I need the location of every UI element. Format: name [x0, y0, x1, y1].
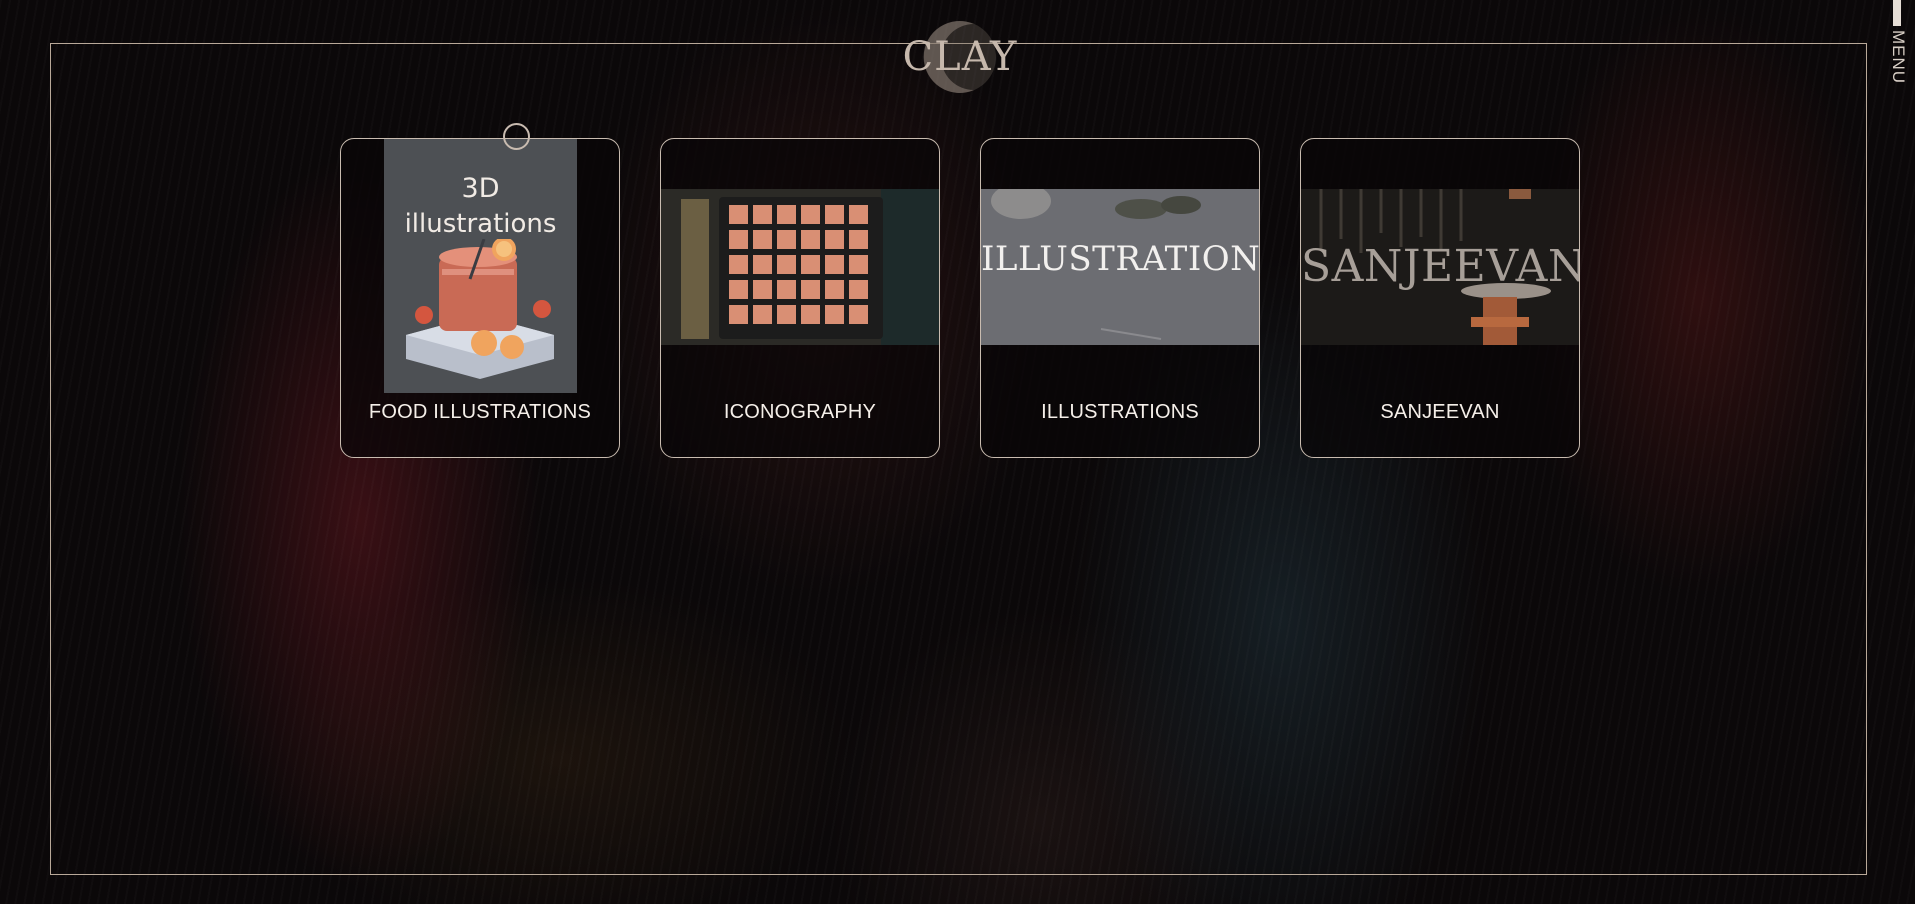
thumbnail-title-line2: illustrations — [404, 209, 557, 239]
portfolio-card-illustrations[interactable]: ILLUSTRATIONS ILLUSTRATIONS — [980, 138, 1260, 458]
illustrations-thumbnail: ILLUSTRATIONS — [981, 189, 1259, 345]
iconography-thumbnail — [661, 189, 939, 345]
site-logo[interactable]: CLAY — [900, 12, 1020, 102]
logo-text: CLAY — [902, 34, 1018, 80]
card-caption: FOOD ILLUSTRATIONS — [368, 401, 592, 423]
content-frame — [50, 43, 1867, 875]
card-caption: SANJEEVAN — [1380, 401, 1500, 423]
menu-bar-icon — [1893, 0, 1901, 26]
portfolio-card-iconography[interactable]: ICONOGRAPHY — [660, 138, 940, 458]
food-illustrations-thumbnail: 3D illustrations — [384, 139, 577, 393]
portfolio-card-sanjeevan[interactable]: SANJEEVAN SANJEEVAN — [1300, 138, 1580, 458]
thumbnail-title: SANJEEVAN — [1301, 241, 1579, 292]
menu-label: MENU — [1889, 30, 1908, 85]
thumbnail-title: ILLUSTRATIONS — [981, 239, 1259, 279]
menu-button[interactable]: MENU — [1882, 0, 1912, 90]
thumbnail-title-line1: 3D — [461, 173, 500, 204]
drink-illustration-icon — [406, 239, 554, 379]
cursor-ring-icon — [503, 123, 530, 150]
sanjeevan-thumbnail: SANJEEVAN — [1301, 189, 1579, 345]
portfolio-card-food-illustrations[interactable]: 3D illustrations FOOD ILLUSTRATIONS — [340, 138, 620, 458]
card-caption: ICONOGRAPHY — [723, 401, 877, 423]
icon-grid-icon — [661, 189, 939, 345]
card-caption: ILLUSTRATIONS — [1041, 401, 1199, 423]
